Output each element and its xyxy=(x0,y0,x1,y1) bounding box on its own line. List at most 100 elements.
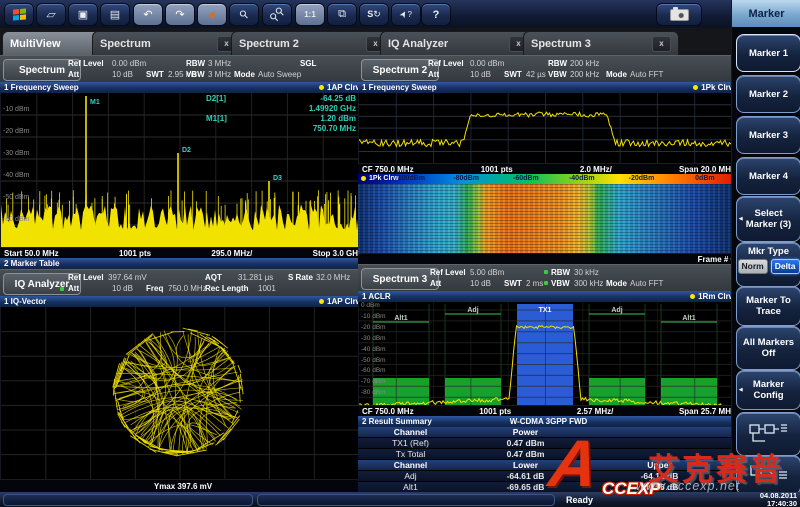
spectrum3-chip[interactable]: Spectrum 3 xyxy=(361,268,439,290)
y-axis-tick: -30 dBm xyxy=(361,335,386,342)
softkey-marker-config[interactable]: ◂Marker Config xyxy=(736,370,800,410)
sequencer-button[interactable]: S↻ xyxy=(359,3,389,26)
multi-zoom-button[interactable]: ⚲⚲ xyxy=(262,3,292,26)
trace-label: 1Rm Clrw xyxy=(698,292,735,301)
left-arrow-icon: ◂ xyxy=(739,385,743,396)
measurement-standard: W-CDMA 3GPP FWD xyxy=(510,417,588,426)
svg-text:Alt1: Alt1 xyxy=(682,315,695,322)
result-summary-table: Channel Power TX1 (Ref) 0.47 dBm Tx Tota… xyxy=(358,427,731,492)
iq-window-titlebar[interactable]: 1 IQ-Vector 1AP Clrw xyxy=(0,296,366,307)
label: Mode xyxy=(606,70,627,79)
softkey-marker-2[interactable]: Marker 2 xyxy=(736,75,800,113)
tab-spectrum-3[interactable]: Spectrum 3 x xyxy=(523,31,679,55)
trace-label: 1Pk Clrw xyxy=(701,83,735,92)
softkey-marker-type[interactable]: Mkr Type Norm Delta xyxy=(736,242,800,287)
window-title: 1 IQ-Vector xyxy=(4,297,46,306)
label: AQT xyxy=(205,273,222,282)
table-header-row: Channel Power xyxy=(358,427,731,438)
aclr-chart[interactable]: Alt1AdjTX1AdjAlt1 0 dBm-10 dBm-20 dBm-30… xyxy=(358,302,732,405)
trace-color-dot xyxy=(690,294,695,299)
value: 1001 xyxy=(258,284,276,293)
spectrum1-header: Spectrum Ref Level 0.00 dBm RBW 3 MHz SG… xyxy=(0,55,358,84)
undo-arrow-icon: ↶ xyxy=(143,8,152,21)
softkey-marker-to-trace[interactable]: Marker To Trace xyxy=(736,286,800,326)
cell: -69.65 dB xyxy=(463,482,588,492)
windows-start-button[interactable] xyxy=(4,3,34,26)
status-bar: Ready 04.08.2011 17:40:30 xyxy=(0,492,800,507)
iq-vector-chart[interactable] xyxy=(0,307,359,479)
softkey-marker-4[interactable]: Marker 4 xyxy=(736,157,800,195)
y-axis-tick: -50 dBm xyxy=(361,357,386,364)
value: 397.64 mV xyxy=(108,273,147,282)
iq-ymax-bar: Ymax 397.6 mV xyxy=(0,479,366,493)
tab-label: MultiView xyxy=(10,38,61,50)
spectrum1-chart[interactable]: M1D2D3 D2[1]-64.25 dB 1.49920 GHz M1[1]1… xyxy=(0,93,359,247)
value: 10 dB xyxy=(112,70,133,79)
window-title: 1 Frequency Sweep xyxy=(362,83,437,92)
open-file-button[interactable]: ▱ xyxy=(36,3,66,26)
label: Freq xyxy=(146,284,163,293)
overview-diagram-icon xyxy=(749,464,789,486)
undo-button[interactable]: ↶ xyxy=(133,3,163,26)
y-axis-tick: -60 dBm xyxy=(3,216,29,223)
value: 10 dB xyxy=(470,279,491,288)
spectrum2-window-titlebar[interactable]: 1 Frequency Sweep 1Pk Clrw xyxy=(358,82,739,93)
value: 10 dB xyxy=(112,284,133,293)
save-button[interactable]: ▣ xyxy=(68,3,98,26)
zoom-area-button[interactable]: ⚲ xyxy=(229,3,259,26)
context-help-button[interactable]: ➤? xyxy=(391,3,421,26)
screenshot-button[interactable] xyxy=(656,3,702,26)
print-button[interactable]: ▤ xyxy=(100,3,130,26)
tab-spectrum[interactable]: Spectrumx xyxy=(92,31,244,55)
question-mark-icon: ? xyxy=(433,9,440,21)
softkey-marker-3[interactable]: Marker 3 xyxy=(736,116,800,154)
label: Ref Level xyxy=(68,59,104,68)
status-segment xyxy=(3,494,253,506)
result-summary-titlebar[interactable]: 2 Result Summary W-CDMA 3GPP FWD xyxy=(358,416,739,427)
softkey-select-marker[interactable]: ◂Select Marker (3) xyxy=(736,196,800,242)
spectrogram-waterfall[interactable] xyxy=(358,184,731,253)
label: S Rate xyxy=(288,273,313,282)
zoom-one-to-one-button[interactable]: 1:1 xyxy=(295,3,325,26)
softkey-marker-1[interactable]: Marker 1 xyxy=(736,34,800,72)
column-header: Upper xyxy=(588,460,731,470)
magnifier-icon: ⚲ xyxy=(237,7,252,22)
iq-header: IQ Analyzer Ref Level 397.64 mV AQT 31.2… xyxy=(0,269,358,298)
softkey-all-markers-off[interactable]: All Markers Off xyxy=(736,326,800,370)
value: 32.0 MHz xyxy=(316,273,350,282)
value: 3 MHz xyxy=(208,70,231,79)
date-time: 04.08.2011 17:40:30 xyxy=(760,492,797,507)
display-config-button[interactable]: ⧉ xyxy=(327,3,357,26)
channel-tab-bar: MultiView Spectrumx Spectrum 2x IQ Analy… xyxy=(0,28,731,56)
softkey-label: Marker Config xyxy=(739,379,798,401)
select-tool-button[interactable]: ➤ xyxy=(197,3,227,26)
marker-type-delta-toggle[interactable]: Delta xyxy=(771,259,800,274)
value: Auto Sweep xyxy=(258,70,301,79)
axis-points: 1001 pts xyxy=(481,165,513,174)
toolbar: ▱ ▣ ▤ ↶ ↷ ➤ ⚲ ⚲⚲ 1:1 ⧉ S↻ ➤? ? xyxy=(0,0,731,29)
spectrum2-chart[interactable] xyxy=(358,93,732,163)
tab-spectrum-2[interactable]: Spectrum 2x xyxy=(231,31,393,55)
softkey-overview[interactable] xyxy=(736,455,800,495)
redo-button[interactable]: ↷ xyxy=(165,3,195,26)
tab-multiview[interactable]: MultiView xyxy=(2,31,104,55)
layout-flow-icon xyxy=(749,421,789,447)
label: Mode xyxy=(234,70,255,79)
label: Ref Level xyxy=(428,59,464,68)
tab-close-icon[interactable]: x xyxy=(652,36,671,52)
legend-tick: -40dBm xyxy=(569,175,595,182)
marker-table-titlebar[interactable]: 2 Marker Table xyxy=(0,258,366,269)
tab-label: Spectrum 3 xyxy=(531,38,591,50)
spectrum1-window-titlebar[interactable]: 1 Frequency Sweep 1AP Clrw xyxy=(0,82,366,93)
softkey-sidebar: Marker Marker 1 Marker 2 Marker 3 Marker… xyxy=(731,0,800,507)
softkey-menu-title: Marker xyxy=(732,0,800,27)
y-axis-tick: -10 dBm xyxy=(361,313,386,320)
marker-type-norm-toggle[interactable]: Norm xyxy=(738,259,768,274)
cell: -69.06 dB xyxy=(588,482,731,492)
column-header: Power xyxy=(463,427,588,437)
tab-iq-analyzer[interactable]: IQ Analyzerx xyxy=(380,31,536,55)
softkey-display-layout[interactable] xyxy=(736,412,800,456)
aclr-window-titlebar[interactable]: 1 ACLR 1Rm Clrw xyxy=(358,291,739,302)
help-button[interactable]: ? xyxy=(421,3,451,26)
label: Rec Length xyxy=(205,284,249,293)
